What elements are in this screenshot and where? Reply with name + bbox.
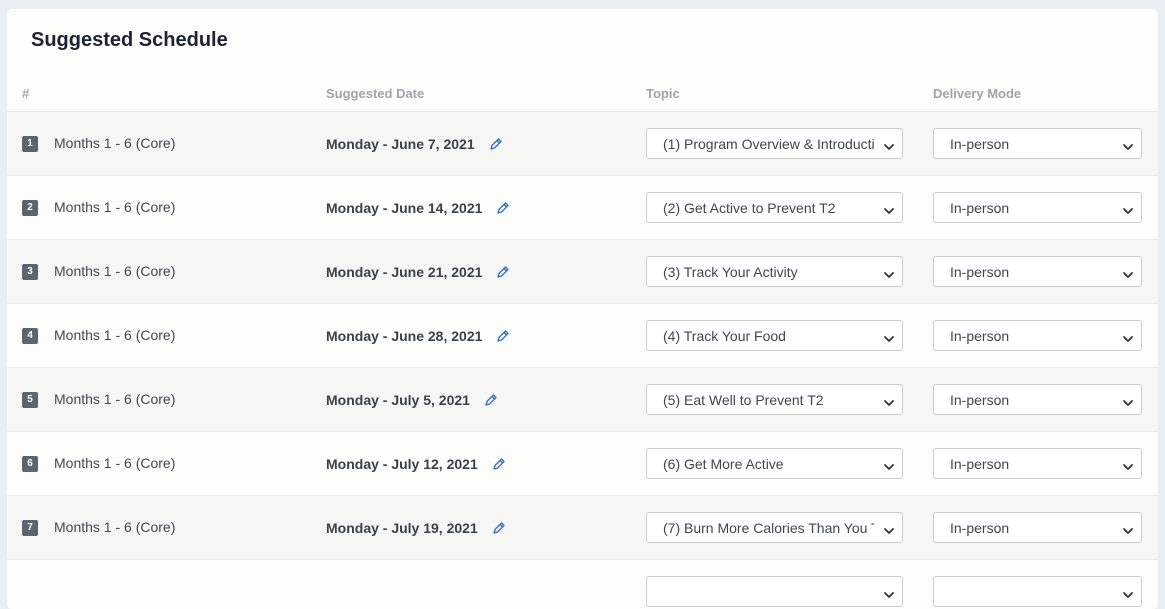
delivery-mode-select[interactable]: In-person xyxy=(933,128,1142,159)
table-row: 1 Months 1 - 6 (Core) Monday - June 7, 202… xyxy=(7,112,1158,176)
delivery-mode-value: In-person xyxy=(950,520,1010,536)
topic-value: (1) Program Overview & Introduction xyxy=(663,136,874,152)
page-title: Suggested Schedule xyxy=(31,29,228,51)
session-phase: Months 1 - 6 (Core) xyxy=(54,391,176,407)
topic-select[interactable]: (3) Track Your Activity xyxy=(646,256,903,287)
chevron-down-icon xyxy=(1122,331,1134,342)
chevron-down-icon xyxy=(883,139,895,150)
topic-value: (2) Get Active to Prevent T2 xyxy=(663,200,836,216)
suggested-date: Monday - June 7, 2021 xyxy=(326,136,503,152)
suggested-date: Monday - June 14, 2021 xyxy=(326,200,510,216)
chevron-down-icon xyxy=(883,395,895,406)
pencil-icon[interactable] xyxy=(484,393,498,407)
chevron-down-icon xyxy=(883,459,895,470)
delivery-mode-value: In-person xyxy=(950,200,1010,216)
session-number-badge: 4 xyxy=(22,328,38,344)
table-row: 5 Months 1 - 6 (Core) Monday - July 5, 202… xyxy=(7,368,1158,432)
header-topic: Topic xyxy=(646,86,680,101)
delivery-mode-select[interactable]: In-person xyxy=(933,320,1142,351)
delivery-mode-value: In-person xyxy=(950,264,1010,280)
date-text: Monday - June 14, 2021 xyxy=(326,200,483,216)
header-number: # xyxy=(22,86,30,101)
table-row: 6 Months 1 - 6 (Core) Monday - July 12, 20… xyxy=(7,432,1158,496)
session-number-badge: 7 xyxy=(22,520,38,536)
topic-select[interactable]: (4) Track Your Food xyxy=(646,320,903,351)
session-phase: Months 1 - 6 (Core) xyxy=(54,263,176,279)
chevron-down-icon xyxy=(1122,203,1134,214)
topic-value: (3) Track Your Activity xyxy=(663,264,798,280)
chevron-down-icon xyxy=(883,331,895,342)
delivery-mode-value: In-person xyxy=(950,328,1010,344)
delivery-mode-select[interactable]: In-person xyxy=(933,384,1142,415)
delivery-mode-select[interactable]: In-person xyxy=(933,512,1142,543)
pencil-icon[interactable] xyxy=(492,457,506,471)
schedule-card: Suggested Schedule # Suggested Date Topi… xyxy=(7,9,1158,609)
pencil-icon[interactable] xyxy=(496,265,510,279)
delivery-mode-value: In-person xyxy=(950,392,1010,408)
chevron-down-icon xyxy=(1122,587,1134,598)
suggested-date: Monday - July 12, 2021 xyxy=(326,456,506,472)
topic-value: (7) Burn More Calories Than You Take In xyxy=(663,520,874,536)
topic-select[interactable]: (1) Program Overview & Introduction xyxy=(646,128,903,159)
header-suggested-date: Suggested Date xyxy=(326,86,425,101)
chevron-down-icon xyxy=(883,587,895,598)
chevron-down-icon xyxy=(1122,523,1134,534)
delivery-mode-select[interactable] xyxy=(933,576,1142,607)
date-text: Monday - July 5, 2021 xyxy=(326,392,470,408)
pencil-icon[interactable] xyxy=(496,329,510,343)
suggested-date: Monday - June 28, 2021 xyxy=(326,328,510,344)
session-number-badge: 1 xyxy=(22,136,38,152)
session-number-badge: 6 xyxy=(22,456,38,472)
delivery-mode-value: In-person xyxy=(950,456,1010,472)
suggested-date: Monday - July 19, 2021 xyxy=(326,520,506,536)
delivery-mode-select[interactable]: In-person xyxy=(933,448,1142,479)
date-text: Monday - July 12, 2021 xyxy=(326,456,478,472)
suggested-date: Monday - June 21, 2021 xyxy=(326,264,510,280)
session-number-badge: 5 xyxy=(22,392,38,408)
chevron-down-icon xyxy=(883,523,895,534)
topic-select[interactable]: (6) Get More Active xyxy=(646,448,903,479)
pencil-icon[interactable] xyxy=(489,137,503,151)
chevron-down-icon xyxy=(1122,459,1134,470)
topic-select[interactable]: (2) Get Active to Prevent T2 xyxy=(646,192,903,223)
chevron-down-icon xyxy=(883,267,895,278)
date-text: Monday - June 7, 2021 xyxy=(326,136,475,152)
delivery-mode-select[interactable]: In-person xyxy=(933,192,1142,223)
table-row: 7 Months 1 - 6 (Core) Monday - July 19, 20… xyxy=(7,496,1158,560)
table-row: 2 Months 1 - 6 (Core) Monday - June 14, 20… xyxy=(7,176,1158,240)
session-phase: Months 1 - 6 (Core) xyxy=(54,135,176,151)
topic-value: (5) Eat Well to Prevent T2 xyxy=(663,392,824,408)
table-header: # Suggested Date Topic Delivery Mode xyxy=(7,81,1158,112)
pencil-icon[interactable] xyxy=(492,521,506,535)
session-phase: Months 1 - 6 (Core) xyxy=(54,327,176,343)
chevron-down-icon xyxy=(883,203,895,214)
chevron-down-icon xyxy=(1122,139,1134,150)
date-text: Monday - June 21, 2021 xyxy=(326,264,483,280)
topic-value: (6) Get More Active xyxy=(663,456,784,472)
date-text: Monday - June 28, 2021 xyxy=(326,328,483,344)
table-row xyxy=(7,560,1158,609)
pencil-icon[interactable] xyxy=(496,201,510,215)
topic-select[interactable]: (5) Eat Well to Prevent T2 xyxy=(646,384,903,415)
session-phase: Months 1 - 6 (Core) xyxy=(54,455,176,471)
session-number-badge: 2 xyxy=(22,200,38,216)
delivery-mode-value: In-person xyxy=(950,136,1010,152)
session-number-badge: 3 xyxy=(22,264,38,280)
session-phase: Months 1 - 6 (Core) xyxy=(54,519,176,535)
topic-select[interactable]: (7) Burn More Calories Than You Take In xyxy=(646,512,903,543)
chevron-down-icon xyxy=(1122,395,1134,406)
header-delivery-mode: Delivery Mode xyxy=(933,86,1022,101)
date-text: Monday - July 19, 2021 xyxy=(326,520,478,536)
table-row: 3 Months 1 - 6 (Core) Monday - June 21, 20… xyxy=(7,240,1158,304)
table-row: 4 Months 1 - 6 (Core) Monday - June 28, 20… xyxy=(7,304,1158,368)
suggested-date: Monday - July 5, 2021 xyxy=(326,392,498,408)
chevron-down-icon xyxy=(1122,267,1134,278)
session-phase: Months 1 - 6 (Core) xyxy=(54,199,176,215)
topic-value: (4) Track Your Food xyxy=(663,328,786,344)
topic-select[interactable] xyxy=(646,576,903,607)
delivery-mode-select[interactable]: In-person xyxy=(933,256,1142,287)
